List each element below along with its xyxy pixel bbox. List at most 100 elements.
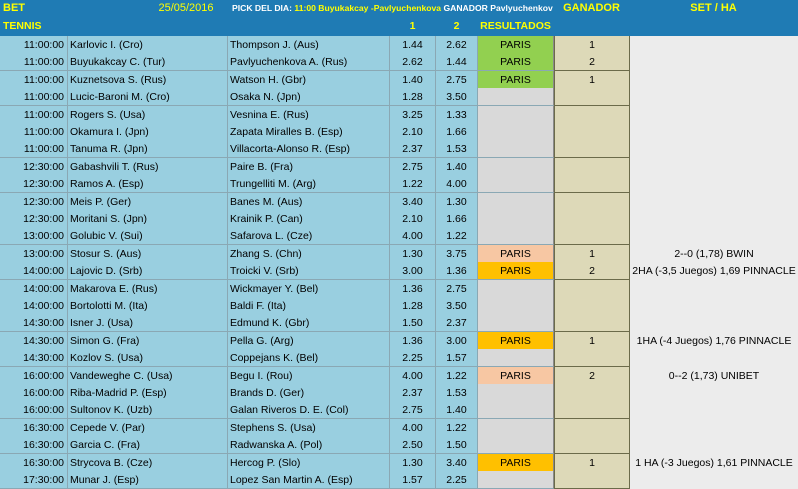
table-row: 17:30:00 Munar J. (Esp) Lopez San Martin A… bbox=[0, 471, 798, 489]
odds-1: 3.25 bbox=[390, 105, 436, 124]
ganador-cell: 1 bbox=[554, 70, 630, 89]
odds-2: 1.30 bbox=[436, 192, 478, 211]
set-subheader bbox=[630, 18, 798, 35]
odds-1: 2.10 bbox=[390, 210, 436, 228]
away-player: Stephens S. (Usa) bbox=[228, 418, 390, 437]
ganador-cell bbox=[554, 314, 630, 333]
ganador-subheader bbox=[554, 18, 630, 35]
odds-1: 4.00 bbox=[390, 366, 436, 385]
result-cell: PARIS bbox=[478, 262, 554, 281]
odds-2: 2.75 bbox=[436, 279, 478, 298]
away-player: Lopez San Martin A. (Esp) bbox=[228, 471, 390, 489]
odds-1: 3.40 bbox=[390, 192, 436, 211]
result-cell bbox=[478, 175, 554, 194]
odds-1: 4.00 bbox=[390, 418, 436, 437]
away-player: Brands D. (Ger) bbox=[228, 384, 390, 402]
match-time: 11:00:00 bbox=[0, 36, 68, 54]
odds-1: 2.37 bbox=[390, 384, 436, 402]
date-cell: 25/05/2016 bbox=[145, 0, 228, 17]
table-row: 16:30:00 Strycova B. (Cze) Hercog P. (Slo)… bbox=[0, 453, 798, 472]
home-player: Lucic-Baroni M. (Cro) bbox=[68, 88, 228, 107]
table-row: 14:00:00 Makarova E. (Rus) Wickmayer Y. (B… bbox=[0, 279, 798, 298]
result-cell: PARIS bbox=[478, 36, 554, 54]
odds-1: 1.28 bbox=[390, 88, 436, 107]
set-ha-cell bbox=[630, 349, 798, 368]
ganador-cell bbox=[554, 157, 630, 176]
odds-1: 2.10 bbox=[390, 123, 436, 141]
set-ha-cell bbox=[630, 471, 798, 489]
ganador-cell: 1 bbox=[554, 244, 630, 263]
set-ha-cell bbox=[630, 384, 798, 402]
away-player: Begu I. (Rou) bbox=[228, 366, 390, 385]
odds-2: 2.75 bbox=[436, 70, 478, 89]
match-time: 14:30:00 bbox=[0, 331, 68, 350]
odds-2: 1.66 bbox=[436, 123, 478, 141]
table-row: 12:30:00 Moritani S. (Jpn) Krainik P. (Can… bbox=[0, 210, 798, 228]
away-player: Radwanska A. (Pol) bbox=[228, 436, 390, 455]
match-time: 16:30:00 bbox=[0, 453, 68, 472]
result-cell bbox=[478, 401, 554, 420]
home-player: Bortolotti M. (Ita) bbox=[68, 297, 228, 315]
odds-2: 1.40 bbox=[436, 401, 478, 420]
match-time: 11:00:00 bbox=[0, 123, 68, 141]
odds-1: 2.62 bbox=[390, 53, 436, 72]
home-player: Kozlov S. (Usa) bbox=[68, 349, 228, 368]
home-player: Meis P. (Ger) bbox=[68, 192, 228, 211]
match-time: 12:30:00 bbox=[0, 210, 68, 228]
header-row: BET 25/05/2016 PICK DEL DIA: 11:00 Buyuk… bbox=[0, 0, 798, 18]
ganador-cell: 1 bbox=[554, 453, 630, 472]
match-time: 17:30:00 bbox=[0, 471, 68, 489]
ganador-cell bbox=[554, 88, 630, 107]
ganador-cell bbox=[554, 279, 630, 298]
result-cell: PARIS bbox=[478, 331, 554, 350]
odds-1: 1.50 bbox=[390, 314, 436, 333]
away-player: Zapata Miralles B. (Esp) bbox=[228, 123, 390, 141]
match-time: 14:30:00 bbox=[0, 349, 68, 368]
table-row: 16:00:00 Vandeweghe C. (Usa) Begu I. (Rou)… bbox=[0, 366, 798, 385]
table-row: 11:00:00 Buyukakcay C. (Tur) Pavlyuchenkov… bbox=[0, 53, 798, 72]
result-cell bbox=[478, 140, 554, 159]
ganador-cell: 1 bbox=[554, 36, 630, 54]
home-player: Golubic V. (Sui) bbox=[68, 227, 228, 246]
odds-1: 1.57 bbox=[390, 471, 436, 489]
result-cell: PARIS bbox=[478, 453, 554, 472]
bet-label: BET bbox=[0, 0, 145, 17]
set-ha-cell bbox=[630, 210, 798, 228]
result-cell bbox=[478, 418, 554, 437]
home-player: Isner J. (Usa) bbox=[68, 314, 228, 333]
result-cell bbox=[478, 349, 554, 368]
odds-2: 1.53 bbox=[436, 140, 478, 159]
pick-prefix: PICK DEL DIA: bbox=[232, 3, 293, 13]
odds-2: 3.40 bbox=[436, 453, 478, 472]
home-player: Cepede V. (Par) bbox=[68, 418, 228, 437]
away-player: Safarova L. (Cze) bbox=[228, 227, 390, 246]
ganador-cell bbox=[554, 436, 630, 455]
result-cell bbox=[478, 314, 554, 333]
odds-2: 3.50 bbox=[436, 88, 478, 107]
ganador-cell bbox=[554, 401, 630, 420]
odds-2: 1.66 bbox=[436, 210, 478, 228]
odds-1: 3.00 bbox=[390, 262, 436, 281]
away-player: Troicki V. (Srb) bbox=[228, 262, 390, 281]
home-player: Buyukakcay C. (Tur) bbox=[68, 53, 228, 72]
result-cell bbox=[478, 210, 554, 228]
match-time: 14:00:00 bbox=[0, 297, 68, 315]
match-time: 12:30:00 bbox=[0, 157, 68, 176]
ganador-cell bbox=[554, 140, 630, 159]
match-time: 12:30:00 bbox=[0, 175, 68, 194]
set-ha-cell bbox=[630, 70, 798, 89]
set-ha-cell bbox=[630, 157, 798, 176]
home-player: Garcia C. (Fra) bbox=[68, 436, 228, 455]
ganador-cell bbox=[554, 418, 630, 437]
pick-match: 11:00 Buyukakcay -Pavlyuchenkova bbox=[294, 3, 442, 13]
odds-1: 2.75 bbox=[390, 157, 436, 176]
away-player: Trungelliti M. (Arg) bbox=[228, 175, 390, 194]
odds-2: 1.44 bbox=[436, 53, 478, 72]
set-ha-cell bbox=[630, 297, 798, 315]
table-row: 13:00:00 Golubic V. (Sui) Safarova L. (Cze… bbox=[0, 227, 798, 246]
table-row: 14:30:00 Simon G. (Fra) Pella G. (Arg) 1.36… bbox=[0, 331, 798, 350]
odds-2: 1.22 bbox=[436, 418, 478, 437]
set-ha-cell bbox=[630, 105, 798, 124]
set-ha-header: SET / HA bbox=[630, 0, 798, 17]
ganador-cell bbox=[554, 349, 630, 368]
